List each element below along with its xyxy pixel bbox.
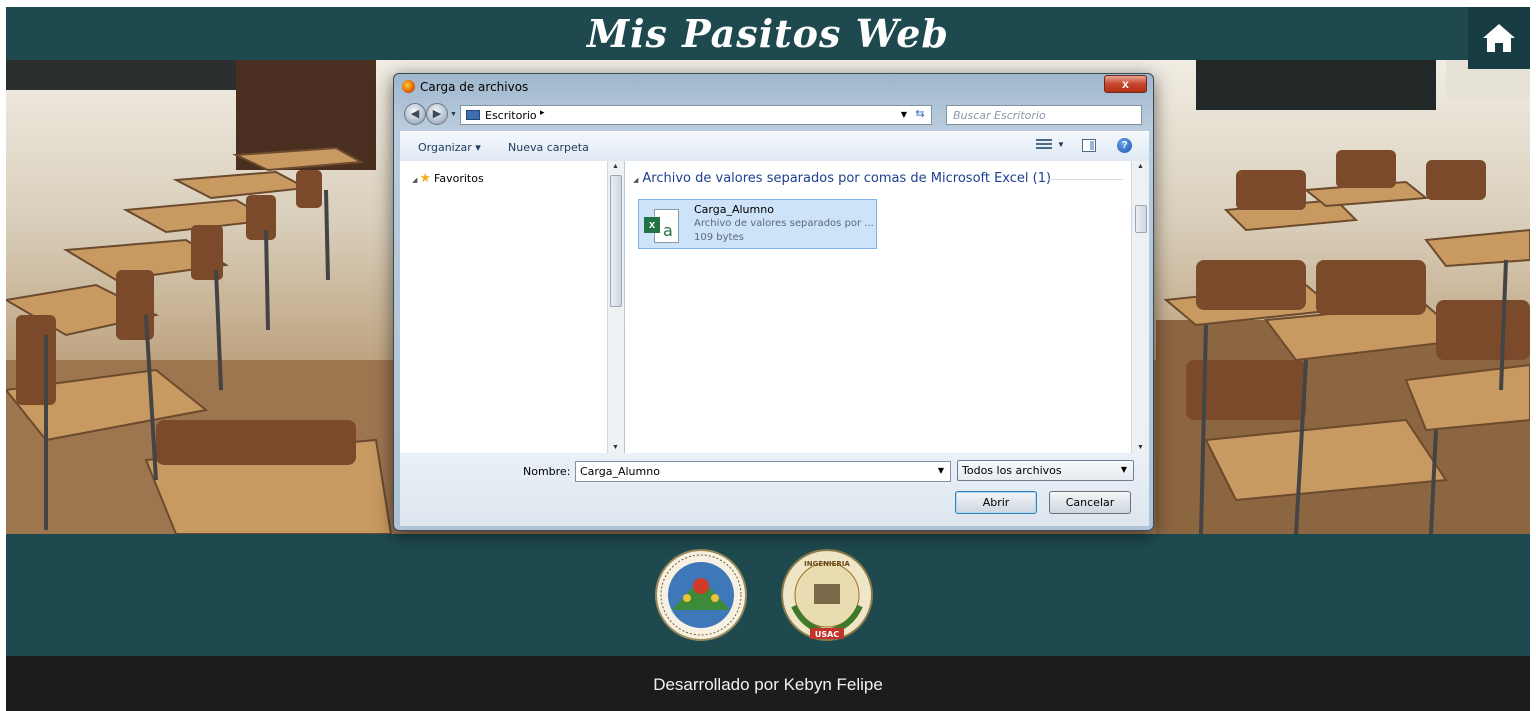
svg-text:INGENIERIA: INGENIERIA — [804, 560, 850, 568]
scroll-down-icon[interactable]: ▼ — [612, 444, 619, 451]
file-item-carga-alumno[interactable]: x a Carga_Alumno Archivo de valores sepa… — [638, 199, 877, 249]
file-group-header[interactable]: ◢ Archivo de valores separados por comas … — [633, 171, 1051, 186]
star-icon: ★ — [419, 171, 432, 186]
address-row: ◀ ▶ ▼ Escritorio ▸ ▼ ⇆ Buscar Escritorio — [400, 101, 1149, 129]
view-dropdown-icon[interactable]: ▼ — [1057, 140, 1065, 149]
dialog-toolbar: Organizar ▾ Nueva carpeta ▼ ? — [400, 131, 1149, 161]
excel-csv-icon: x a — [644, 209, 680, 245]
site-title: Mis Pasitos Web — [587, 11, 949, 56]
file-name-input[interactable]: Carga_Alumno ▼ — [575, 461, 951, 482]
scroll-down-icon[interactable]: ▼ — [1137, 444, 1144, 451]
preview-pane-icon[interactable] — [1082, 139, 1096, 152]
home-button[interactable] — [1468, 7, 1530, 69]
change-view-icon[interactable] — [1036, 139, 1052, 153]
ingenieria-usac-seal: USAC INGENIERIA — [781, 549, 873, 641]
dialog-title: Carga de archivos — [420, 80, 529, 94]
cancel-button[interactable]: Cancelar — [1049, 491, 1131, 514]
desktop-icon — [466, 110, 480, 120]
file-list-scrollbar[interactable]: ▲ ▼ — [1131, 161, 1149, 453]
collapse-triangle-icon[interactable]: ◢ — [633, 176, 638, 184]
address-dropdown-icon[interactable]: ▼ — [901, 110, 907, 119]
file-name-label: Nombre: — [523, 465, 571, 478]
file-upload-dialog: Carga de archivos x ◀ ▶ ▼ Escritorio ▸ ▼… — [393, 73, 1154, 531]
footer-bar: Desarrollado por Kebyn Felipe — [6, 656, 1530, 711]
scroll-thumb[interactable] — [1135, 205, 1147, 233]
breadcrumb-chevron-icon[interactable]: ▸ — [540, 108, 545, 118]
nav-item-label: Favoritos — [434, 172, 484, 185]
page: Mis Pasitos Web USAC INGENIERIA Desarrol… — [6, 7, 1530, 711]
file-type-select[interactable]: Todos los archivos ▼ — [957, 460, 1134, 481]
firefox-icon — [402, 80, 415, 93]
expand-triangle-icon[interactable]: ◢ — [412, 176, 417, 184]
group-divider — [1049, 179, 1123, 180]
file-type-selected[interactable]: Todos los archivos — [962, 464, 1062, 477]
file-list: ◢ Archivo de valores separados por comas … — [625, 161, 1131, 453]
forward-button[interactable]: ▶ — [426, 103, 448, 125]
search-input[interactable]: Buscar Escritorio — [946, 105, 1142, 125]
nav-item-favorites[interactable]: ◢ ★ Favoritos — [412, 171, 484, 186]
open-button[interactable]: Abrir — [955, 491, 1037, 514]
scroll-up-icon[interactable]: ▲ — [612, 163, 619, 170]
new-folder-button[interactable]: Nueva carpeta — [508, 141, 589, 154]
recent-pages-dropdown[interactable]: ▼ — [450, 111, 457, 118]
footer-credit: Desarrollado por Kebyn Felipe — [653, 675, 883, 694]
address-bar[interactable]: Escritorio ▸ ▼ ⇆ — [460, 105, 932, 125]
help-icon[interactable]: ? — [1117, 138, 1132, 153]
file-name: Carga_Alumno — [694, 203, 774, 216]
navigation-pane: ◢ ★ Favoritos — [400, 161, 613, 453]
site-header: Mis Pasitos Web — [6, 7, 1530, 60]
organize-menu[interactable]: Organizar ▾ — [418, 141, 481, 154]
address-location[interactable]: Escritorio — [485, 109, 537, 122]
navigation-scrollbar[interactable]: ▲ ▼ — [607, 161, 624, 453]
file-type: Archivo de valores separados por ... — [694, 218, 874, 229]
scroll-up-icon[interactable]: ▲ — [1137, 163, 1144, 170]
home-icon — [1483, 24, 1515, 52]
scroll-thumb[interactable] — [610, 175, 622, 307]
chevron-down-icon[interactable]: ▼ — [938, 466, 944, 475]
file-name-value[interactable]: Carga_Alumno — [580, 465, 660, 478]
file-size: 109 bytes — [694, 232, 744, 243]
back-button[interactable]: ◀ — [404, 103, 426, 125]
usac-seal — [655, 549, 747, 641]
refresh-icon[interactable]: ⇆ — [911, 107, 929, 123]
svg-text:USAC: USAC — [815, 630, 839, 639]
dialog-bottom-bar: Nombre: Carga_Alumno ▼ Todos los archivo… — [400, 453, 1149, 526]
group-label: Archivo de valores separados por comas d… — [642, 171, 1052, 186]
close-button[interactable]: x — [1104, 75, 1147, 93]
footer-logos: USAC INGENIERIA — [6, 534, 1530, 656]
chevron-down-icon[interactable]: ▼ — [1121, 465, 1127, 474]
